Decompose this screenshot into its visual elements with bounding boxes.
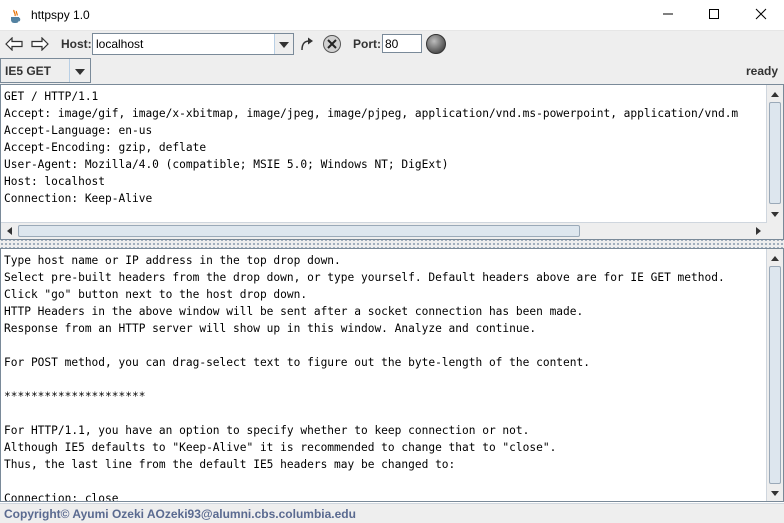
minimize-button[interactable] <box>645 0 691 31</box>
triangle-right-icon <box>755 224 761 238</box>
stop-x-icon <box>322 34 342 57</box>
scroll-left-button[interactable] <box>1 223 17 239</box>
method-dropdown-button[interactable] <box>69 59 90 82</box>
chevron-down-icon <box>279 37 289 51</box>
response-vertical-scrollbar[interactable] <box>766 249 783 501</box>
response-pane[interactable]: Type host name or IP address in the top … <box>0 248 784 502</box>
status-light-icon <box>425 33 447 58</box>
footer-bar: Copyright© Ayumi Ozeki AOzeki93@alumni.c… <box>0 503 784 523</box>
host-dropdown-button[interactable] <box>274 34 293 54</box>
method-select[interactable]: IE5 GET <box>0 58 91 83</box>
title-bar: httpspy 1.0 <box>0 0 784 31</box>
go-button[interactable] <box>296 34 318 56</box>
scroll-up-button[interactable] <box>767 85 783 101</box>
scroll-thumb[interactable] <box>18 225 580 237</box>
chevron-down-icon <box>75 64 85 78</box>
host-input[interactable] <box>93 34 274 54</box>
scroll-up-button[interactable] <box>767 249 783 265</box>
close-icon <box>755 8 767 23</box>
request-line: Accept: image/gif, image/x-xbitmap, imag… <box>4 107 739 120</box>
response-line: ********************* <box>4 390 146 403</box>
port-input[interactable] <box>382 34 422 53</box>
request-headers-pane[interactable]: GET / HTTP/1.1 Accept: image/gif, image/x… <box>0 84 784 240</box>
response-line: Response from an HTTP server will show u… <box>4 322 537 335</box>
response-line <box>4 337 765 354</box>
method-value: IE5 GET <box>5 64 52 78</box>
scroll-corner <box>767 222 783 239</box>
response-line: Click "go" button next to the host drop … <box>4 288 308 301</box>
window-title: httpspy 1.0 <box>31 8 90 22</box>
triangle-up-icon <box>771 250 779 264</box>
arrow-right-icon <box>31 36 49 54</box>
response-line: Type host name or IP address in the top … <box>4 254 341 267</box>
response-line: Select pre-built headers from the drop d… <box>4 271 725 284</box>
scroll-thumb[interactable] <box>769 102 781 204</box>
response-text[interactable]: Type host name or IP address in the top … <box>4 252 765 502</box>
copyright-text: Copyright© Ayumi Ozeki AOzeki93@alumni.c… <box>4 507 356 521</box>
request-horizontal-scrollbar[interactable] <box>1 222 767 239</box>
triangle-down-icon <box>771 206 779 220</box>
minimize-icon <box>662 8 674 23</box>
response-line: HTTP Headers in the above window will be… <box>4 305 584 318</box>
maximize-button[interactable] <box>691 0 737 31</box>
response-line: Thus, the last line from the default IE5… <box>4 458 456 471</box>
scroll-down-button[interactable] <box>767 484 783 500</box>
scroll-right-button[interactable] <box>750 223 766 239</box>
request-headers-text[interactable]: GET / HTTP/1.1 Accept: image/gif, image/x… <box>4 88 765 220</box>
maximize-icon <box>708 8 720 23</box>
triangle-down-icon <box>771 485 779 499</box>
split-pane-divider[interactable] <box>0 240 784 248</box>
response-line <box>4 405 765 422</box>
response-line <box>4 473 765 490</box>
request-line: Accept-Encoding: gzip, deflate <box>4 141 207 154</box>
status-label: ready <box>745 64 778 78</box>
response-line: Connection: close <box>4 492 119 502</box>
java-cup-icon <box>8 8 24 24</box>
request-line: Host: localhost <box>4 175 106 188</box>
request-line: User-Agent: Mozilla/4.0 (compatible; MSI… <box>4 158 449 171</box>
request-line: Accept-Language: en-us <box>4 124 153 137</box>
forward-button[interactable] <box>29 34 51 56</box>
response-line: Although IE5 defaults to "Keep-Alive" it… <box>4 441 557 454</box>
response-line: For HTTP/1.1, you have an option to spec… <box>4 424 530 437</box>
go-arrow-icon <box>299 36 315 55</box>
triangle-up-icon <box>771 86 779 100</box>
status-light <box>425 33 447 58</box>
request-line: Connection: Keep-Alive <box>4 192 153 205</box>
host-combobox[interactable] <box>92 33 294 55</box>
method-row: IE5 GET ready <box>0 58 784 84</box>
scroll-thumb[interactable] <box>769 266 781 484</box>
stop-button[interactable] <box>321 34 343 56</box>
scroll-down-button[interactable] <box>767 205 783 221</box>
port-label: Port: <box>353 37 381 51</box>
response-line <box>4 371 765 388</box>
back-button[interactable] <box>3 34 25 56</box>
request-vertical-scrollbar[interactable] <box>766 85 783 222</box>
response-line: For POST method, you can drag-select tex… <box>4 356 590 369</box>
close-button[interactable] <box>738 0 784 31</box>
host-label: Host: <box>61 37 92 51</box>
triangle-left-icon <box>6 224 12 238</box>
request-line: GET / HTTP/1.1 <box>4 90 99 103</box>
arrow-left-icon <box>5 36 23 54</box>
